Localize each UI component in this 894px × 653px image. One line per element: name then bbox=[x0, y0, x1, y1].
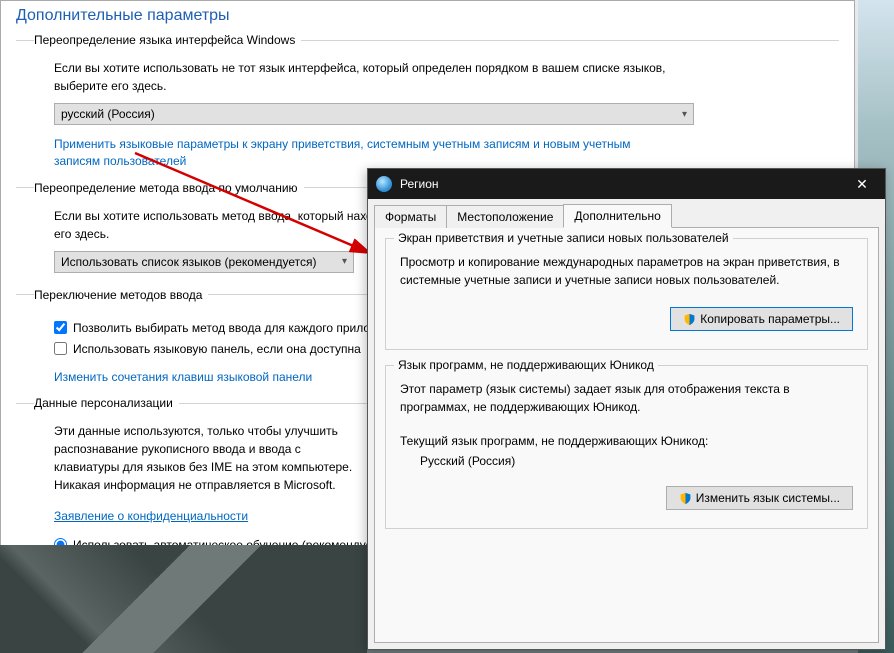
display-language-select[interactable]: русский (Россия) ▾ bbox=[54, 103, 694, 125]
per-app-input-label: Позволить выбирать метод ввода для каждо… bbox=[73, 321, 404, 335]
input-method-select[interactable]: Использовать список языков (рекомендуетс… bbox=[54, 251, 354, 273]
tab-advanced[interactable]: Дополнительно bbox=[563, 204, 671, 228]
group-language-override: Переопределение языка интерфейса Windows… bbox=[16, 33, 839, 171]
language-bar-label: Использовать языковую панель, если она д… bbox=[73, 342, 361, 356]
input-method-value: Использовать список языков (рекомендуетс… bbox=[61, 255, 317, 269]
display-language-value: русский (Россия) bbox=[61, 107, 155, 121]
privacy-statement-link[interactable]: Заявление о конфиденциальности bbox=[34, 508, 248, 525]
group-legend-input: Переопределение метода ввода по умолчани… bbox=[34, 181, 304, 195]
welcome-desc: Просмотр и копирование международных пар… bbox=[400, 253, 853, 289]
dialog-titlebar[interactable]: Регион ✕ bbox=[368, 169, 885, 199]
non-unicode-group: Язык программ, не поддерживающих Юникод … bbox=[385, 365, 868, 529]
close-button[interactable]: ✕ bbox=[839, 169, 885, 199]
group-legend-switch: Переключение методов ввода bbox=[34, 288, 208, 302]
current-locale-value: Русский (Россия) bbox=[400, 454, 853, 468]
current-locale-label: Текущий язык программ, не поддерживающих… bbox=[400, 434, 853, 448]
copy-settings-label: Копировать параметры... bbox=[700, 312, 840, 326]
tab-formats[interactable]: Форматы bbox=[374, 205, 447, 228]
chevron-down-icon: ▾ bbox=[342, 256, 347, 267]
copy-settings-button[interactable]: Копировать параметры... bbox=[670, 307, 853, 331]
language-override-desc: Если вы хотите использовать не тот язык … bbox=[34, 59, 839, 95]
tab-location[interactable]: Местоположение bbox=[446, 205, 564, 228]
welcome-screen-group: Экран приветствия и учетные записи новых… bbox=[385, 238, 868, 350]
group-legend-personalization: Данные персонализации bbox=[34, 396, 179, 410]
region-dialog: Регион ✕ Форматы Местоположение Дополнит… bbox=[367, 168, 886, 650]
dialog-tabs: Форматы Местоположение Дополнительно bbox=[368, 199, 885, 227]
per-app-input-check[interactable] bbox=[54, 321, 67, 334]
globe-icon bbox=[376, 176, 392, 192]
unicode-desc: Этот параметр (язык системы) задает язык… bbox=[400, 380, 853, 416]
language-bar-check[interactable] bbox=[54, 342, 67, 355]
unicode-legend: Язык программ, не поддерживающих Юникод bbox=[394, 358, 658, 372]
shield-icon bbox=[683, 313, 696, 326]
change-hotkeys-link[interactable]: Изменить сочетания клавиш языковой панел… bbox=[34, 369, 312, 386]
group-legend-language: Переопределение языка интерфейса Windows bbox=[34, 33, 301, 47]
apply-to-welcome-link[interactable]: Применить языковые параметры к экрану пр… bbox=[34, 136, 674, 171]
dialog-tab-body: Экран приветствия и учетные записи новых… bbox=[374, 227, 879, 643]
change-system-locale-label: Изменить язык системы... bbox=[696, 491, 840, 505]
page-title: Дополнительные параметры bbox=[16, 7, 839, 25]
chevron-down-icon: ▾ bbox=[682, 109, 687, 120]
change-system-locale-button[interactable]: Изменить язык системы... bbox=[666, 486, 853, 510]
welcome-legend: Экран приветствия и учетные записи новых… bbox=[394, 231, 733, 245]
shield-icon bbox=[679, 492, 692, 505]
desktop-background-left bbox=[0, 545, 367, 653]
dialog-title: Регион bbox=[400, 177, 439, 191]
